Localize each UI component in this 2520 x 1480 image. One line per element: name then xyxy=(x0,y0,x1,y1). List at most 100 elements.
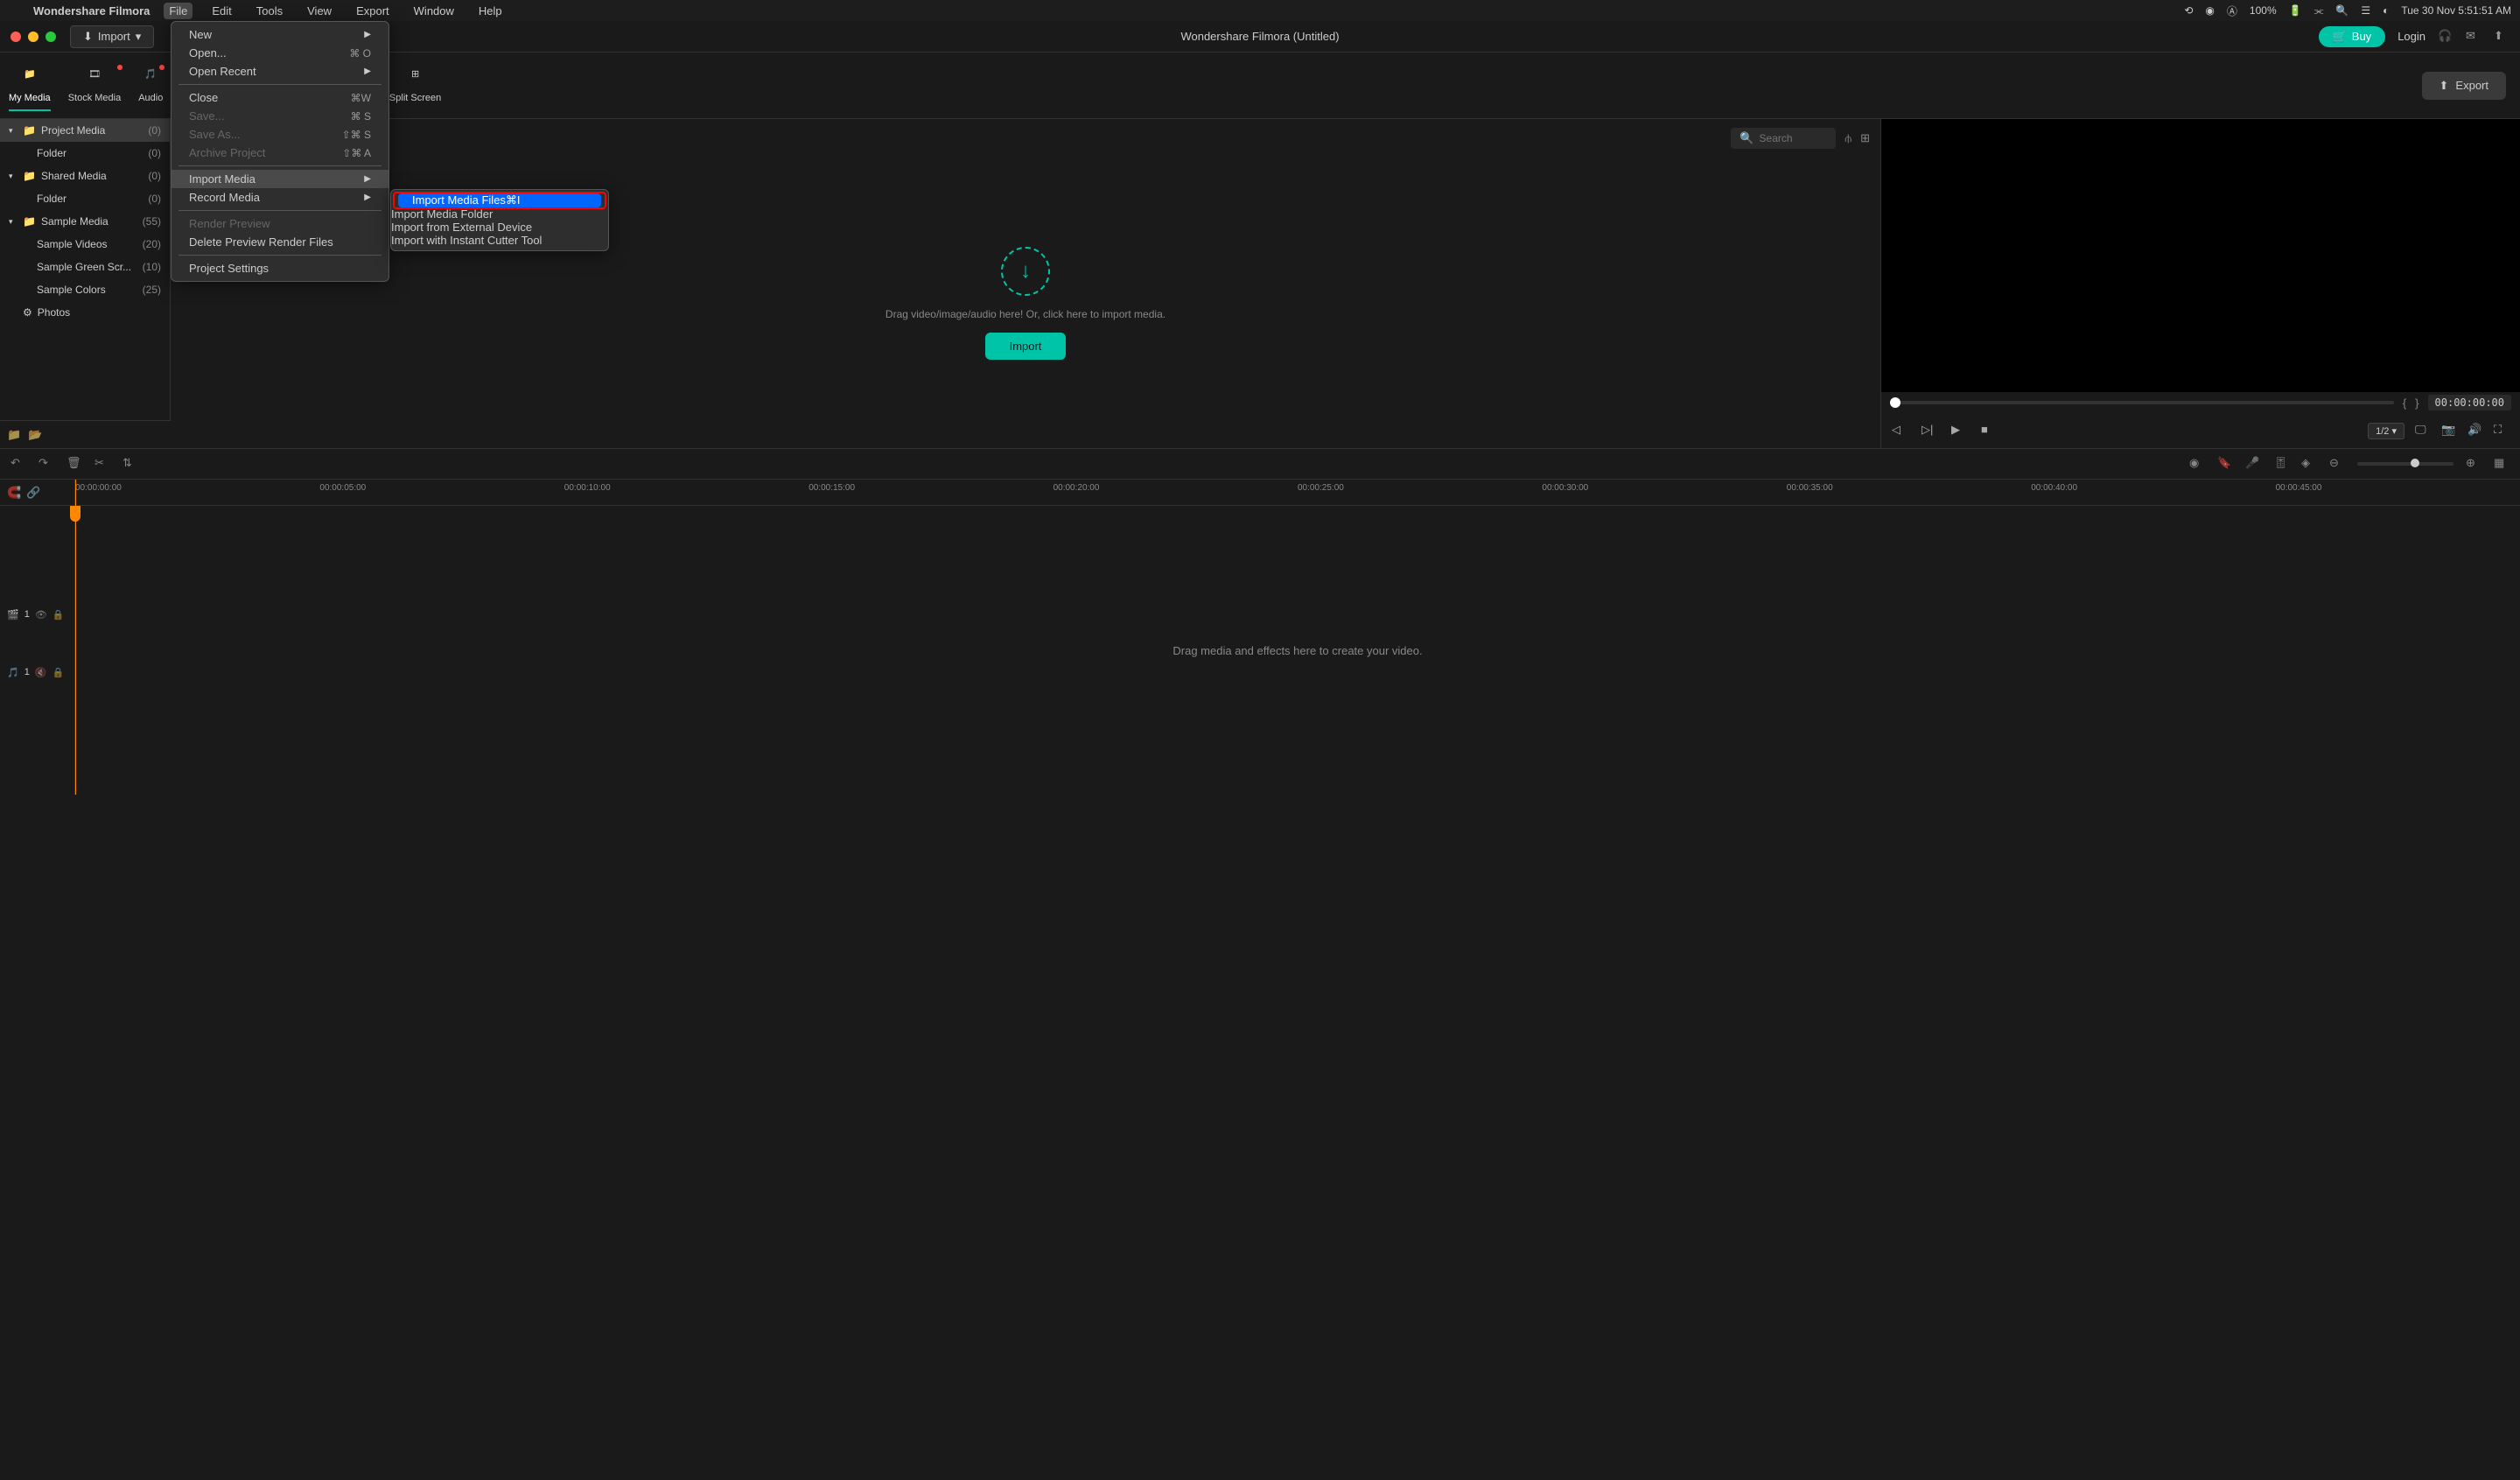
sidebar-photos[interactable]: ⚙Photos xyxy=(0,301,170,324)
new-folder-icon[interactable]: 📂 xyxy=(28,428,42,442)
buy-button[interactable]: 🛒 Buy xyxy=(2319,26,2386,47)
maximize-window-button[interactable] xyxy=(46,32,56,42)
volume-icon[interactable]: 🔊 xyxy=(2468,423,2483,438)
display-icon[interactable]: 🖵 xyxy=(2415,423,2431,438)
wifi-icon[interactable]: ⫘ xyxy=(2314,4,2324,18)
play-pause-button[interactable]: ▷| xyxy=(1922,423,1937,438)
zoom-out-icon[interactable]: ⊖ xyxy=(2329,456,2345,472)
file-record-media[interactable]: Record Media▶ xyxy=(172,188,388,207)
sidebar-sample-colors[interactable]: Sample Colors(25) xyxy=(0,278,170,301)
zoom-in-icon[interactable]: ⊕ xyxy=(2466,456,2482,472)
message-icon[interactable]: ✉ xyxy=(2466,29,2482,45)
close-window-button[interactable] xyxy=(10,32,21,42)
audio-track-icon: 🎵 xyxy=(7,667,19,678)
time-ruler[interactable]: 00:00:00:00 00:00:05:00 00:00:10:00 00:0… xyxy=(75,480,2520,506)
tab-split-screen[interactable]: ⊞Split Screen xyxy=(381,61,450,110)
stop-button[interactable]: ■ xyxy=(1981,423,1997,438)
lock-icon[interactable]: 🔒 xyxy=(52,667,65,678)
grid-view-icon[interactable]: ⊞ xyxy=(1860,131,1870,145)
file-delete-preview[interactable]: Delete Preview Render Files xyxy=(172,233,388,251)
export-button[interactable]: ⬆ Export xyxy=(2422,72,2506,100)
tab-audio[interactable]: 🎵Audio xyxy=(130,61,172,110)
tab-stock-media[interactable]: 🎞Stock Media xyxy=(60,61,130,110)
search-input[interactable] xyxy=(1760,132,1830,144)
mark-in-icon[interactable]: { xyxy=(2403,396,2406,410)
sidebar-project-media[interactable]: ▾📁Project Media(0) xyxy=(0,119,170,142)
play-button[interactable]: ▶ xyxy=(1951,423,1967,438)
filter-icon[interactable]: ⫛ xyxy=(1844,131,1852,145)
import-external-device[interactable]: Import from External Device xyxy=(391,221,608,234)
tab-my-media[interactable]: 📁My Media xyxy=(0,61,60,110)
headphones-icon[interactable]: 🎧 xyxy=(2438,29,2454,45)
app-name[interactable]: Wondershare Filmora xyxy=(33,4,150,18)
voiceover-icon[interactable]: 🎤 xyxy=(2245,456,2261,472)
mixer-icon[interactable]: 🎚 xyxy=(2273,456,2289,472)
keyframe-icon[interactable]: ◈ xyxy=(2301,456,2317,472)
video-track-header[interactable]: 🎬 1 👁 🔒 xyxy=(0,602,74,627)
preview-zoom-select[interactable]: 1/2 ▾ xyxy=(2368,423,2404,439)
prev-frame-button[interactable]: ◁ xyxy=(1892,423,1908,438)
mark-out-icon[interactable]: } xyxy=(2415,396,2418,410)
adjust-button[interactable]: ⇅ xyxy=(122,456,138,472)
delete-button[interactable]: 🗑 xyxy=(66,456,82,472)
visibility-icon[interactable]: 👁 xyxy=(35,609,47,621)
spotlight-icon[interactable]: 🔍 xyxy=(2335,4,2348,17)
import-toolbar-button[interactable]: ⬇ Import ▾ xyxy=(70,25,154,48)
import-instant-cutter[interactable]: Import with Instant Cutter Tool xyxy=(391,234,608,247)
mute-icon[interactable]: 🔇 xyxy=(35,667,47,678)
datetime[interactable]: Tue 30 Nov 5:51:51 AM xyxy=(2401,4,2511,17)
scrubber-track[interactable] xyxy=(1890,401,2394,404)
menu-file[interactable]: File xyxy=(164,3,192,19)
separator xyxy=(178,255,382,256)
file-project-settings[interactable]: Project Settings xyxy=(172,259,388,277)
search-box[interactable]: 🔍 xyxy=(1731,128,1836,149)
file-close[interactable]: Close⌘W xyxy=(172,88,388,107)
menu-help[interactable]: Help xyxy=(473,3,508,19)
import-media-folder[interactable]: Import Media Folder xyxy=(391,207,608,221)
file-open[interactable]: Open...⌘ O xyxy=(172,44,388,62)
undo-button[interactable]: ↶ xyxy=(10,456,26,472)
fit-zoom-icon[interactable]: ▦ xyxy=(2494,456,2510,472)
upload-icon[interactable]: ⬆ xyxy=(2494,29,2510,45)
sidebar-folder[interactable]: Folder(0) xyxy=(0,187,170,210)
cut-button[interactable]: ✂ xyxy=(94,456,110,472)
redo-button[interactable]: ↷ xyxy=(38,456,54,472)
siri-icon[interactable]: ◐ xyxy=(2383,4,2389,17)
import-media-files[interactable]: Import Media Files⌘I xyxy=(398,193,601,207)
sidebar-folder[interactable]: Folder(0) xyxy=(0,142,170,165)
timeline-body[interactable]: Drag media and effects here to create yo… xyxy=(75,506,2520,795)
lock-icon[interactable]: 🔒 xyxy=(52,609,65,621)
accessibility-icon[interactable]: Ⓐ xyxy=(2227,4,2237,18)
login-button[interactable]: Login xyxy=(2398,30,2426,43)
file-import-media[interactable]: Import Media▶ xyxy=(172,170,388,188)
menu-window[interactable]: Window xyxy=(409,3,459,19)
menu-tools[interactable]: Tools xyxy=(251,3,288,19)
sidebar-sample-green[interactable]: Sample Green Scr...(10) xyxy=(0,256,170,278)
import-main-button[interactable]: Import xyxy=(985,333,1067,360)
menu-view[interactable]: View xyxy=(302,3,337,19)
chevron-down-icon: ▾ xyxy=(9,172,18,181)
fullscreen-icon[interactable]: ⛶ xyxy=(2494,423,2510,438)
minimize-window-button[interactable] xyxy=(28,32,38,42)
marker-icon[interactable]: 🔖 xyxy=(2217,456,2233,472)
timeline-tracks[interactable]: 00:00:00:00 00:00:05:00 00:00:10:00 00:0… xyxy=(75,480,2520,795)
file-new[interactable]: New▶ xyxy=(172,25,388,44)
magnet-icon[interactable]: 🧲 xyxy=(7,486,21,500)
menu-edit[interactable]: Edit xyxy=(206,3,236,19)
screencast-icon[interactable]: ◉ xyxy=(2205,4,2214,17)
menu-export[interactable]: Export xyxy=(351,3,395,19)
add-folder-icon[interactable]: 📁 xyxy=(7,428,21,442)
audio-track-header[interactable]: 🎵 1 🔇 🔒 xyxy=(0,660,74,684)
timeline-zoom-slider[interactable] xyxy=(2357,462,2454,466)
scrubber-handle[interactable] xyxy=(1890,397,1900,408)
link-icon[interactable]: 🔗 xyxy=(26,486,40,500)
sidebar-shared-media[interactable]: ▾📁Shared Media(0) xyxy=(0,165,170,187)
sidebar-sample-media[interactable]: ▾📁Sample Media(55) xyxy=(0,210,170,233)
sync-icon[interactable]: ⟲ xyxy=(2184,4,2193,17)
zoom-slider-handle[interactable] xyxy=(2411,459,2419,467)
snapshot-icon[interactable]: 📷 xyxy=(2441,423,2457,438)
render-icon[interactable]: ◉ xyxy=(2189,456,2205,472)
sidebar-sample-videos[interactable]: Sample Videos(20) xyxy=(0,233,170,256)
control-center-icon[interactable]: ☰ xyxy=(2361,4,2370,17)
file-open-recent[interactable]: Open Recent▶ xyxy=(172,62,388,81)
